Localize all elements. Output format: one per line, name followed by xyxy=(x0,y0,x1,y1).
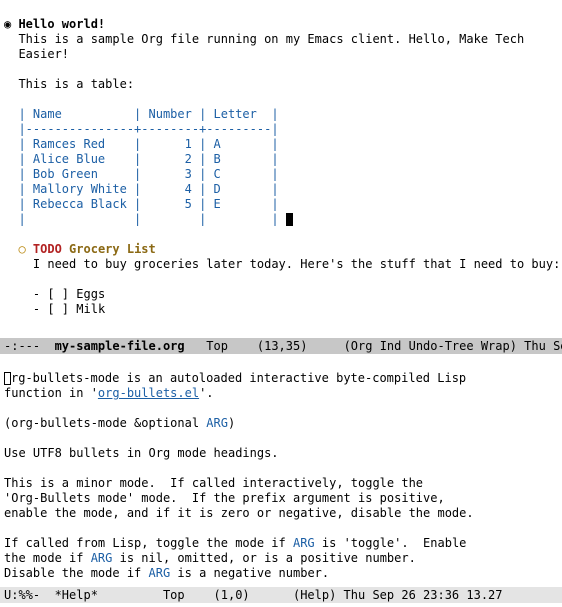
list-item: Milk xyxy=(76,302,105,316)
table-row: | Bob Green | 3 | C | xyxy=(18,167,278,181)
modeline-left: -:--- xyxy=(4,339,55,353)
cursor-hollow-icon xyxy=(4,372,11,385)
table-row: | Alice Blue | 2 | B | xyxy=(18,152,278,166)
heading-level1: Hello world! xyxy=(18,17,105,31)
link-org-bullets-el[interactable]: org-bullets.el xyxy=(98,386,199,400)
table-row: | Rebecca Black | 5 | E | xyxy=(18,197,278,211)
arg-name: ARG xyxy=(91,551,113,565)
help-text: If called from Lisp, toggle the mode if xyxy=(4,536,293,550)
help-text: Use UTF8 bullets in Org mode headings. xyxy=(4,446,279,460)
cursor-icon xyxy=(286,213,293,226)
table-row: | | | | xyxy=(18,212,278,226)
help-text: (org-bullets-mode &optional xyxy=(4,416,206,430)
help-text: is nil, omitted, or is a positive number… xyxy=(112,551,415,565)
table-divider: |---------------+--------+---------| xyxy=(18,122,278,136)
table-row: | Ramces Red | 1 | A | xyxy=(18,137,278,151)
buffer-name: my-sample-file.org xyxy=(55,339,185,353)
heading-level2: Grocery List xyxy=(69,242,156,256)
help-text: rg-bullets-mode is an autoloaded interac… xyxy=(11,371,466,385)
list-item: Eggs xyxy=(76,287,105,301)
table-intro: This is a table: xyxy=(18,77,134,91)
todo-keyword: TODO xyxy=(33,242,62,256)
org-buffer[interactable]: ◉ Hello world! This is a sample Org file… xyxy=(0,0,562,338)
help-text: This is a minor mode. If called interact… xyxy=(4,476,423,490)
modeline-right: Top (13,35) (Org Ind Undo-Tree Wrap) Thu… xyxy=(185,339,562,353)
help-text: the mode if xyxy=(4,551,91,565)
help-text: ) xyxy=(228,416,235,430)
arg-name: ARG xyxy=(293,536,315,550)
modeline-help[interactable]: U:%%- *Help* Top (1,0) (Help) Thu Sep 26… xyxy=(0,587,562,603)
bullet-level2-icon: ○ xyxy=(18,242,32,256)
arg-name: ARG xyxy=(149,566,171,580)
help-text: Disable the mode if xyxy=(4,566,149,580)
arg-name: ARG xyxy=(206,416,228,430)
bullet-level1-icon: ◉ xyxy=(4,17,18,31)
body-text: Easier! xyxy=(18,47,69,61)
checkbox-empty-icon[interactable]: [ ] xyxy=(47,287,69,301)
table-header-row: | Name | Number | Letter | xyxy=(18,107,278,121)
help-text: is a negative number. xyxy=(170,566,329,580)
help-buffer[interactable]: rg-bullets-mode is an autoloaded interac… xyxy=(0,354,562,587)
modeline-text: U:%%- *Help* Top (1,0) (Help) Thu Sep 26… xyxy=(4,588,553,602)
help-text: '. xyxy=(199,386,213,400)
help-text: function in ' xyxy=(4,386,98,400)
checkbox-empty-icon[interactable]: [ ] xyxy=(47,302,69,316)
body-text: This is a sample Org file running on my … xyxy=(4,32,524,46)
table-row: | Mallory White | 4 | D | xyxy=(18,182,278,196)
help-text: enable the mode, and if it is zero or ne… xyxy=(4,506,474,520)
body-text: I need to buy groceries later today. Her… xyxy=(33,257,560,271)
help-text: 'Org-Bullets mode' mode. If the prefix a… xyxy=(4,491,445,505)
modeline-top[interactable]: -:--- my-sample-file.org Top (13,35) (Or… xyxy=(0,338,562,354)
help-text: is 'toggle'. Enable xyxy=(315,536,467,550)
